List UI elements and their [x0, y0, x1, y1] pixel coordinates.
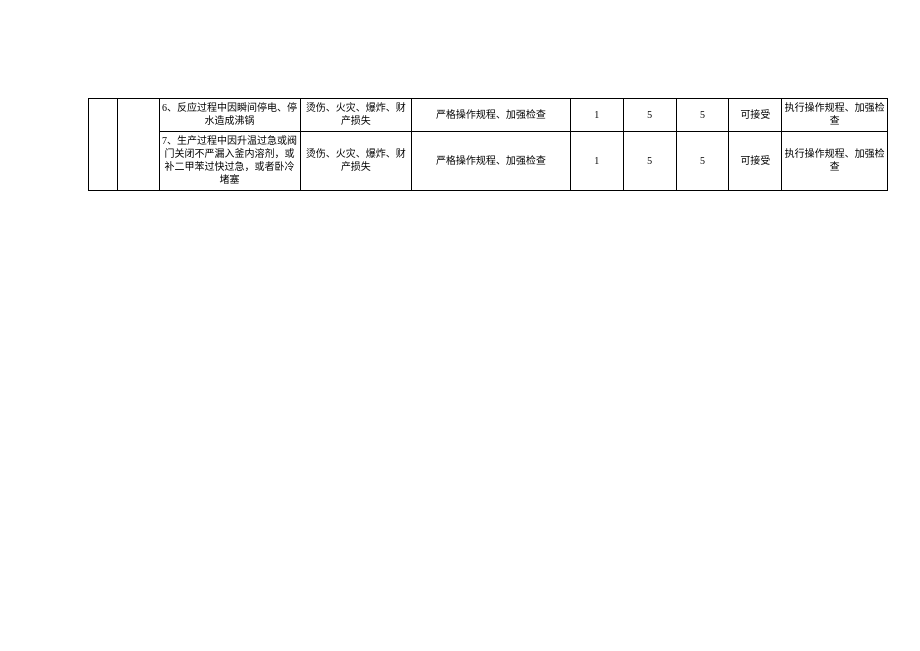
- cell-value-1: 1: [570, 132, 623, 191]
- cell-value-2: 5: [623, 99, 676, 132]
- table-row: 6、反应过程中因瞬间停电、停水造成沸锅 烫伤、火灾、爆炸、财产损失 严格操作规程…: [89, 99, 888, 132]
- cell-action: 执行操作规程、加强检查: [782, 132, 888, 191]
- cell-hazard: 烫伤、火灾、爆炸、财产损失: [300, 99, 412, 132]
- cell-measure: 严格操作规程、加强检查: [412, 132, 571, 191]
- cell-measure: 严格操作规程、加强检查: [412, 99, 571, 132]
- cell-description: 6、反应过程中因瞬间停电、停水造成沸锅: [159, 99, 300, 132]
- cell-value-2: 5: [623, 132, 676, 191]
- cell-description: 7、生产过程中因升温过急或阀门关闭不严漏入釜内溶剂，或补二甲苯过快过急，或者卧冷…: [159, 132, 300, 191]
- risk-assessment-table: 6、反应过程中因瞬间停电、停水造成沸锅 烫伤、火灾、爆炸、财产损失 严格操作规程…: [88, 98, 888, 191]
- cell-acceptability: 可接受: [729, 99, 782, 132]
- cell-value-3: 5: [676, 132, 729, 191]
- cell-blank2: [118, 99, 159, 191]
- cell-acceptability: 可接受: [729, 132, 782, 191]
- table-row: 7、生产过程中因升温过急或阀门关闭不严漏入釜内溶剂，或补二甲苯过快过急，或者卧冷…: [89, 132, 888, 191]
- cell-value-1: 1: [570, 99, 623, 132]
- cell-action: 执行操作规程、加强检查: [782, 99, 888, 132]
- cell-hazard: 烫伤、火灾、爆炸、财产损失: [300, 132, 412, 191]
- cell-blank1: [89, 99, 118, 191]
- cell-value-3: 5: [676, 99, 729, 132]
- risk-table-wrapper: 6、反应过程中因瞬间停电、停水造成沸锅 烫伤、火灾、爆炸、财产损失 严格操作规程…: [88, 98, 888, 191]
